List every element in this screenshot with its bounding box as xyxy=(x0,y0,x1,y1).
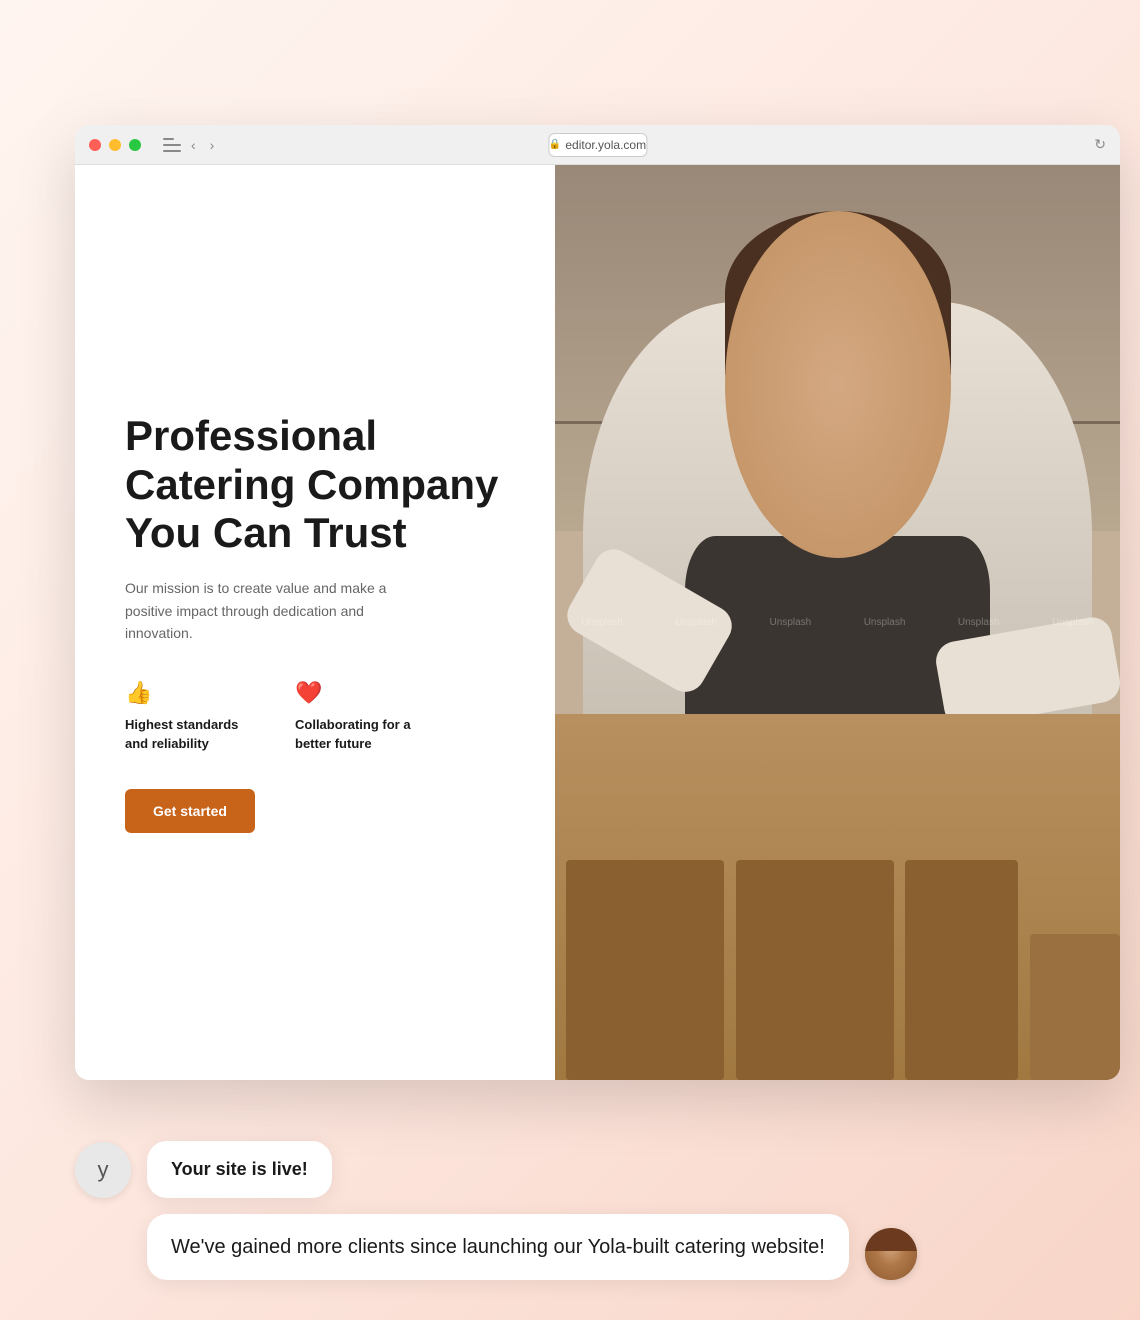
basket-4 xyxy=(1030,934,1120,1080)
basket-2 xyxy=(736,860,894,1080)
chat-bubble-1-text: Your site is live! xyxy=(171,1159,308,1179)
chef-photo: UnsplashUnsplash UnsplashUnsplash Unspla… xyxy=(555,165,1120,1080)
feature-text-2: Collaborating for a better future xyxy=(295,716,425,752)
back-arrow[interactable]: ‹ xyxy=(187,135,200,155)
traffic-light-red[interactable] xyxy=(89,139,101,151)
chef-head xyxy=(725,211,951,559)
thumbsup-icon: 👍 xyxy=(125,680,255,706)
traffic-light-green[interactable] xyxy=(129,139,141,151)
feature-text-1: Highest standards and reliability xyxy=(125,716,255,752)
website-content: Professional Catering Company You Can Tr… xyxy=(75,165,1120,1080)
hero-subtitle: Our mission is to create value and make … xyxy=(125,577,405,644)
yola-initial: y xyxy=(98,1157,109,1183)
hero-left-panel: Professional Catering Company You Can Tr… xyxy=(75,165,555,1080)
address-bar[interactable]: 🔒 editor.yola.com xyxy=(548,133,647,157)
basket-1 xyxy=(566,860,724,1080)
chat-row-1: y Your site is live! xyxy=(75,1141,1060,1198)
chat-bubble-2: We've gained more clients since launchin… xyxy=(147,1214,849,1280)
heart-icon: ❤️ xyxy=(295,680,425,706)
refresh-button[interactable]: ↻ xyxy=(1094,136,1106,153)
browser-window: ‹ › 🔒 editor.yola.com ↻ Professional Cat… xyxy=(75,125,1120,1080)
yola-avatar: y xyxy=(75,1142,131,1198)
chat-section: y Your site is live! We've gained more c… xyxy=(75,1141,1060,1280)
food-area xyxy=(555,714,1120,1080)
user-avatar-image xyxy=(865,1228,917,1280)
feature-item-1: 👍 Highest standards and reliability xyxy=(125,680,255,752)
hero-title: Professional Catering Company You Can Tr… xyxy=(125,412,505,557)
chat-bubble-1: Your site is live! xyxy=(147,1141,332,1198)
user-avatar xyxy=(865,1228,917,1280)
feature-item-2: ❤️ Collaborating for a better future xyxy=(295,680,425,752)
url-text: editor.yola.com xyxy=(565,138,646,152)
chat-row-2: We've gained more clients since launchin… xyxy=(75,1214,1060,1280)
features-row: 👍 Highest standards and reliability ❤️ C… xyxy=(125,680,505,752)
hero-right-panel: UnsplashUnsplash UnsplashUnsplash Unspla… xyxy=(555,165,1120,1080)
get-started-button[interactable]: Get started xyxy=(125,789,255,833)
basket-3 xyxy=(905,860,1018,1080)
browser-controls: ‹ › xyxy=(159,135,218,155)
lock-icon: 🔒 xyxy=(549,139,561,150)
chat-bubble-2-text: We've gained more clients since launchin… xyxy=(171,1236,825,1258)
browser-titlebar: ‹ › 🔒 editor.yola.com ↻ xyxy=(75,125,1120,165)
forward-arrow[interactable]: › xyxy=(206,135,219,155)
traffic-light-yellow[interactable] xyxy=(109,139,121,151)
sidebar-toggle-icon[interactable] xyxy=(163,138,181,152)
